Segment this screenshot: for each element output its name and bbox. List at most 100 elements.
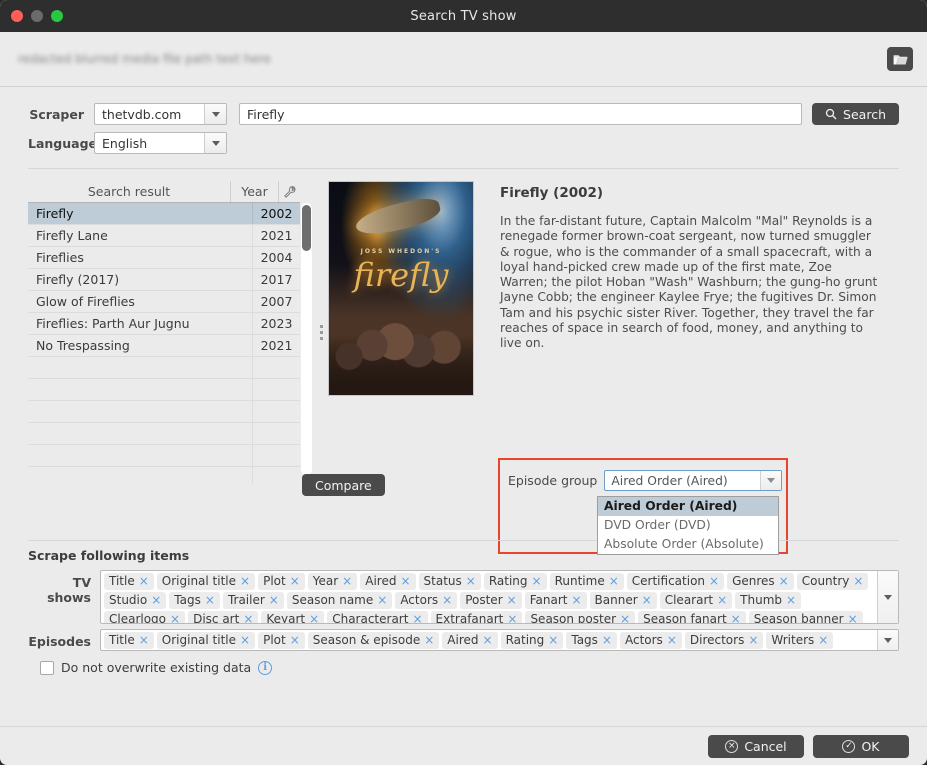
- result-name: No Trespassing: [36, 338, 130, 353]
- tvshows-dropdown-toggle[interactable]: [877, 571, 898, 623]
- results-scrollbar[interactable]: [301, 181, 314, 484]
- chevron-down-icon[interactable]: [204, 104, 226, 124]
- episode-group-option[interactable]: Absolute Order (Absolute): [598, 535, 778, 554]
- tag-remove-icon[interactable]: ×: [151, 593, 161, 608]
- tag-remove-icon[interactable]: ×: [483, 633, 493, 648]
- tag-remove-icon[interactable]: ×: [848, 612, 858, 623]
- search-input[interactable]: [239, 103, 803, 125]
- tag-chip-label: Season banner: [753, 612, 844, 623]
- tag-remove-icon[interactable]: ×: [748, 633, 758, 648]
- tag-chip: Rating ×: [483, 573, 547, 590]
- folder-open-button[interactable]: [887, 47, 913, 71]
- tag-remove-icon[interactable]: ×: [717, 593, 727, 608]
- table-row[interactable]: Firefly (2017) 2017: [28, 269, 300, 291]
- tag-remove-icon[interactable]: ×: [620, 612, 630, 623]
- scraper-select[interactable]: thetvdb.com: [94, 103, 227, 125]
- episode-group-dropdown-list[interactable]: Aired Order (Aired) DVD Order (DVD) Absolu…: [597, 496, 779, 555]
- tag-remove-icon[interactable]: ×: [170, 612, 180, 623]
- tag-remove-icon[interactable]: ×: [507, 612, 517, 623]
- tag-remove-icon[interactable]: ×: [139, 633, 149, 648]
- tag-chip-label: Season name: [291, 593, 374, 607]
- table-row[interactable]: [28, 467, 300, 484]
- table-row[interactable]: [28, 379, 300, 401]
- tag-remove-icon[interactable]: ×: [377, 593, 387, 608]
- column-header-search-result[interactable]: Search result: [28, 181, 230, 202]
- tag-remove-icon[interactable]: ×: [548, 633, 558, 648]
- episode-group-option[interactable]: Aired Order (Aired): [598, 497, 778, 516]
- chevron-down-icon[interactable]: [204, 133, 226, 153]
- tag-remove-icon[interactable]: ×: [442, 593, 452, 608]
- table-row[interactable]: [28, 445, 300, 467]
- language-select[interactable]: English: [94, 132, 227, 154]
- scrollbar-track[interactable]: [301, 203, 312, 475]
- dialog-footer: × Cancel ✓ OK: [0, 727, 927, 765]
- info-icon[interactable]: i: [258, 660, 273, 675]
- tvshows-tag-field[interactable]: Title × Original title × Plot × Year × Aired × Sta…: [100, 570, 899, 624]
- tag-remove-icon[interactable]: ×: [240, 574, 250, 589]
- episodes-tag-field[interactable]: Title × Original title × Plot × Season & episo…: [100, 629, 899, 651]
- window-controls: [0, 10, 63, 22]
- tag-remove-icon[interactable]: ×: [269, 593, 279, 608]
- column-header-year[interactable]: Year: [230, 181, 278, 202]
- tag-remove-icon[interactable]: ×: [609, 574, 619, 589]
- table-row[interactable]: Fireflies: Parth Aur Jugnu 2023: [28, 313, 300, 335]
- table-row[interactable]: [28, 401, 300, 423]
- tag-remove-icon[interactable]: ×: [731, 612, 741, 623]
- tag-remove-icon[interactable]: ×: [290, 574, 300, 589]
- chevron-down-icon[interactable]: [760, 471, 782, 490]
- table-row[interactable]: Fireflies 2004: [28, 247, 300, 269]
- table-row[interactable]: Glow of Fireflies 2007: [28, 291, 300, 313]
- tag-remove-icon[interactable]: ×: [240, 633, 250, 648]
- result-year: 2004: [252, 247, 300, 268]
- tag-chip: Trailer ×: [222, 592, 284, 609]
- tag-remove-icon[interactable]: ×: [507, 593, 517, 608]
- tag-remove-icon[interactable]: ×: [709, 574, 719, 589]
- result-name: Firefly (2017): [36, 272, 120, 287]
- episode-group-select[interactable]: Aired Order (Aired): [604, 470, 783, 491]
- tag-remove-icon[interactable]: ×: [400, 574, 410, 589]
- tag-remove-icon[interactable]: ×: [466, 574, 476, 589]
- tag-remove-icon[interactable]: ×: [309, 612, 319, 623]
- results-rows: Firefly 2002 Firefly Lane 2021 Fireflies 2004…: [28, 203, 300, 484]
- tag-remove-icon[interactable]: ×: [642, 593, 652, 608]
- minimize-window-button[interactable]: [31, 10, 43, 22]
- detail-text: Firefly (2002) In the far-distant future…: [474, 181, 880, 396]
- tag-remove-icon[interactable]: ×: [667, 633, 677, 648]
- do-not-overwrite-checkbox[interactable]: [40, 660, 54, 675]
- search-button-label: Search: [843, 106, 886, 122]
- tag-remove-icon[interactable]: ×: [853, 574, 863, 589]
- tag-remove-icon[interactable]: ×: [424, 633, 434, 648]
- search-button[interactable]: Search: [812, 103, 899, 125]
- tag-chip: Plot ×: [258, 632, 305, 649]
- tag-remove-icon[interactable]: ×: [786, 593, 796, 608]
- ok-button[interactable]: ✓ OK: [813, 734, 909, 758]
- table-row[interactable]: Firefly Lane 2021: [28, 225, 300, 247]
- cancel-button[interactable]: × Cancel: [708, 734, 804, 758]
- episodes-dropdown-toggle[interactable]: [877, 630, 898, 650]
- tag-remove-icon[interactable]: ×: [412, 612, 422, 623]
- tag-remove-icon[interactable]: ×: [571, 593, 581, 608]
- table-row[interactable]: Firefly 2002: [28, 203, 300, 225]
- tag-remove-icon[interactable]: ×: [139, 574, 149, 589]
- panel-splitter[interactable]: [314, 181, 328, 484]
- result-year: [252, 467, 300, 484]
- tag-remove-icon[interactable]: ×: [818, 633, 828, 648]
- tag-remove-icon[interactable]: ×: [205, 593, 215, 608]
- table-row[interactable]: [28, 423, 300, 445]
- table-row[interactable]: [28, 357, 300, 379]
- scrollbar-thumb[interactable]: [302, 205, 311, 251]
- wrench-icon[interactable]: [278, 181, 300, 202]
- zoom-window-button[interactable]: [51, 10, 63, 22]
- close-window-button[interactable]: [11, 10, 23, 22]
- table-row[interactable]: No Trespassing 2021: [28, 335, 300, 357]
- tag-remove-icon[interactable]: ×: [290, 633, 300, 648]
- tag-remove-icon[interactable]: ×: [779, 574, 789, 589]
- tag-remove-icon[interactable]: ×: [243, 612, 253, 623]
- tag-remove-icon[interactable]: ×: [602, 633, 612, 648]
- tag-remove-icon[interactable]: ×: [342, 574, 352, 589]
- tag-chip: Status ×: [418, 573, 481, 590]
- splitter-dots-icon: [319, 325, 323, 340]
- compare-button[interactable]: Compare: [302, 474, 385, 496]
- tag-remove-icon[interactable]: ×: [532, 574, 542, 589]
- episode-group-option[interactable]: DVD Order (DVD): [598, 516, 778, 535]
